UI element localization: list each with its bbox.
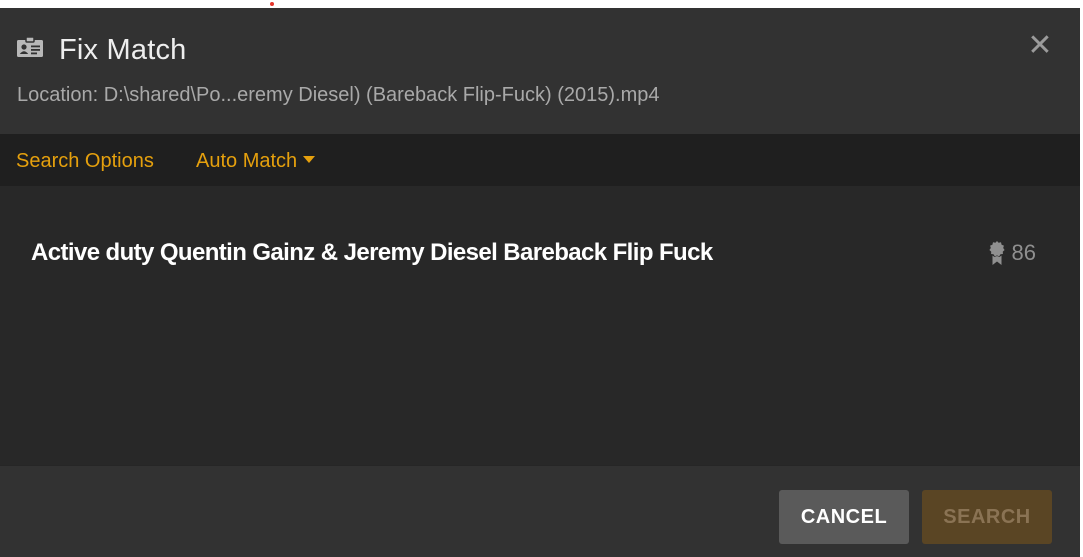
caret-down-icon [303,156,316,164]
dialog-footer: CANCEL SEARCH [0,465,1080,557]
fix-match-dialog: Fix Match ✕ Location: D:\shared\Po...ere… [0,8,1080,557]
red-marker-dot [270,2,274,6]
search-options-bar: Search Options Auto Match [0,134,1080,186]
auto-match-dropdown[interactable]: Auto Match [196,149,316,173]
award-icon [988,241,1005,265]
list-item[interactable]: Active duty Quentin Gainz & Jeremy Diese… [0,226,1080,282]
id-card-icon [17,36,43,57]
file-location: Location: D:\shared\Po...eremy Diesel) (… [17,84,660,106]
search-options-link[interactable]: Search Options [16,149,154,173]
match-results-list: Active duty Quentin Gainz & Jeremy Diese… [0,186,1080,466]
search-button[interactable]: SEARCH [922,490,1052,544]
cancel-button[interactable]: CANCEL [779,490,909,544]
match-score: 86 [988,239,1036,267]
auto-match-label: Auto Match [196,150,298,172]
score-value: 86 [1011,240,1036,265]
close-icon[interactable]: ✕ [1026,31,1054,61]
dialog-title: Fix Match [59,34,187,66]
dialog-header: Fix Match ✕ Location: D:\shared\Po...ere… [0,8,1080,134]
result-title: Active duty Quentin Gainz & Jeremy Diese… [31,239,713,266]
page-top-strip [0,0,1083,8]
